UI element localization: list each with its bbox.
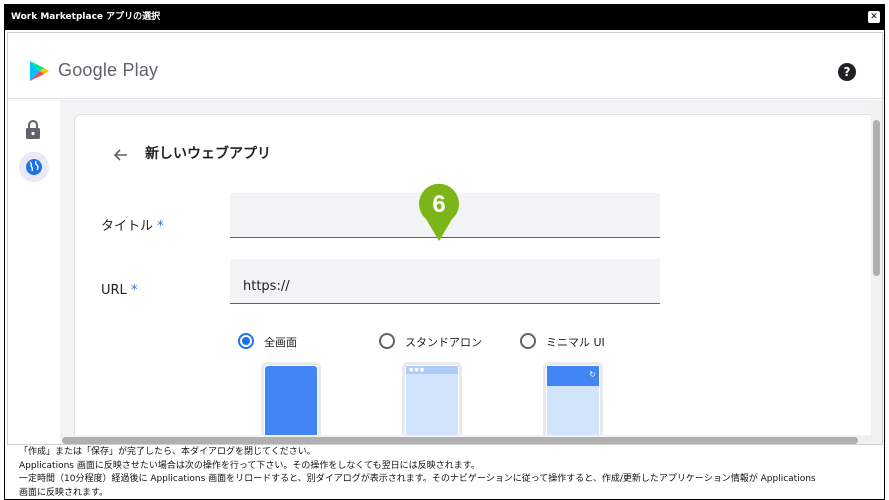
new-web-app-card: 新しいウェブアプリ タイトル * URL * https:// 全画面 スタンド… bbox=[74, 114, 874, 444]
preview-fullscreen bbox=[261, 362, 321, 442]
required-mark: * bbox=[130, 283, 138, 298]
radio-minimal-ui-label: ミニマル UI bbox=[546, 336, 605, 349]
embedded-frame: Google Play ? 新しいウェブアプリ タイトル * URL * htt… bbox=[7, 32, 883, 445]
main-area: 新しいウェブアプリ タイトル * URL * https:// 全画面 スタンド… bbox=[8, 100, 882, 444]
radio-minimal-ui-button[interactable] bbox=[520, 333, 536, 349]
instruction-line: 画面に反映されます。 bbox=[19, 487, 109, 498]
preview-screen bbox=[265, 366, 317, 442]
horizontal-scroll-thumb[interactable] bbox=[62, 437, 858, 444]
help-icon[interactable]: ? bbox=[838, 63, 856, 81]
instructions: 「作成」または「保存」が完了したら、本ダイアログを閉じてください。 Applic… bbox=[19, 446, 879, 500]
lock-icon[interactable] bbox=[25, 120, 41, 140]
radio-standalone-button[interactable] bbox=[379, 333, 395, 349]
instruction-line: 「作成」または「保存」が完了したら、本ダイアログを閉じてください。 bbox=[19, 447, 316, 457]
browser-bar: ↻ bbox=[547, 366, 599, 386]
instruction-line: 一定時間（10分程度）経過後に Applications 画面をリロードすると、… bbox=[19, 474, 816, 484]
dialog-window: Work Marketplace アプリの選択 ✕ Google Play ? bbox=[4, 4, 885, 500]
required-mark: * bbox=[157, 219, 164, 234]
url-label: URL * bbox=[101, 283, 137, 298]
radio-standalone-label: スタンドアロン bbox=[405, 336, 482, 349]
instruction-line: Applications 画面に反映させたい場合は次の操作を行って下さい。その操… bbox=[19, 460, 480, 471]
status-dots-icon: ●●● bbox=[409, 367, 426, 373]
page-title: 新しいウェブアプリ bbox=[145, 146, 271, 162]
side-rail bbox=[8, 100, 60, 444]
step-marker: 6 bbox=[419, 183, 459, 241]
reload-icon: ↻ bbox=[589, 370, 596, 379]
url-input[interactable]: https:// bbox=[230, 259, 660, 304]
dialog-title: Work Marketplace アプリの選択 bbox=[11, 12, 161, 22]
url-label-text: URL bbox=[101, 283, 127, 298]
title-label: タイトル * bbox=[101, 215, 164, 234]
back-arrow-icon[interactable] bbox=[113, 147, 129, 163]
preview-screen: ●●● bbox=[406, 366, 458, 442]
globe-icon bbox=[26, 159, 42, 175]
close-button[interactable]: ✕ bbox=[868, 11, 880, 23]
google-play-brand: Google Play bbox=[58, 60, 159, 80]
rail-item-web-apps[interactable] bbox=[19, 152, 49, 182]
step-marker-number: 6 bbox=[432, 191, 445, 218]
google-play-logo-icon bbox=[30, 61, 49, 81]
dialog-titlebar: Work Marketplace アプリの選択 ✕ bbox=[5, 5, 884, 30]
title-label-text: タイトル bbox=[101, 219, 154, 234]
google-play-header: Google Play ? bbox=[8, 33, 882, 99]
vertical-scrollbar[interactable] bbox=[871, 100, 882, 444]
horizontal-scrollbar[interactable] bbox=[60, 435, 871, 444]
preview-minimal-ui: ↻ bbox=[543, 362, 603, 442]
vertical-scroll-thumb[interactable] bbox=[873, 120, 880, 276]
radio-fullscreen-label: 全画面 bbox=[264, 336, 297, 349]
status-bar: ●●● bbox=[406, 366, 458, 374]
preview-standalone: ●●● bbox=[402, 362, 462, 442]
preview-screen: ↻ bbox=[547, 366, 599, 442]
radio-fullscreen-button[interactable] bbox=[238, 333, 254, 349]
